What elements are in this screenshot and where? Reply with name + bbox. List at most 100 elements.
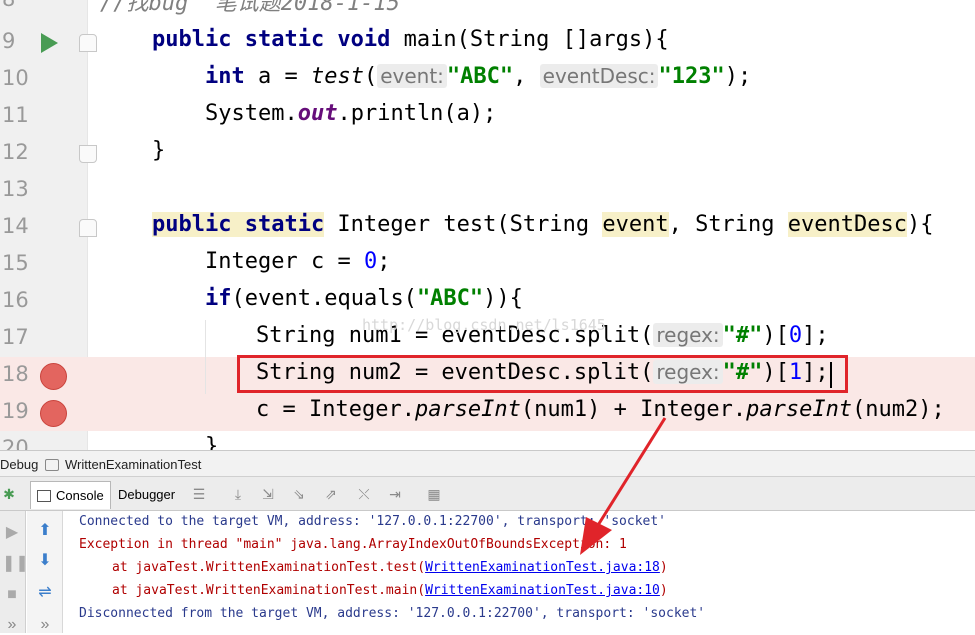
code-fragment: Integer c = (205, 249, 364, 274)
debug-title: Debug (0, 457, 39, 472)
console-line: Connected to the target VM, address: '12… (79, 514, 666, 529)
step-over-icon[interactable]: ⤓ (229, 485, 247, 503)
text-caret (830, 362, 832, 388)
method-call: parseInt (414, 397, 521, 422)
line-number: 17 (2, 325, 29, 349)
tab-debugger[interactable]: Debugger (112, 481, 181, 509)
console-icon (37, 490, 51, 502)
debug-toolwindow-header[interactable]: Debug WrittenExaminationTest (0, 450, 975, 477)
debug-side-toolbar: ▶ ❚❚ ■ » (0, 511, 29, 635)
code-line-11[interactable]: 11 System.out.println(a); (0, 98, 975, 135)
more-icon[interactable]: » (35, 615, 55, 635)
resume-icon[interactable]: ▶ (2, 523, 22, 543)
code-fragment: ){ (907, 212, 934, 237)
down-arrow-icon[interactable]: ⬇ (35, 551, 55, 571)
parameter-name: event (602, 212, 669, 237)
console-line-stacktrace: at javaTest.WrittenExaminationTest.main(… (112, 583, 668, 598)
stack-frame-end: ) (659, 560, 668, 575)
code-line-8[interactable]: 8 //找bug 笔试题2018-1-15 (0, 0, 975, 19)
code-line-12[interactable]: 12 } (0, 135, 975, 172)
code-fragment: System. (205, 101, 298, 126)
run-to-cursor-icon[interactable]: ⇥ (386, 485, 404, 503)
fold-icon[interactable] (79, 145, 97, 163)
show-execution-point-icon[interactable]: ☰ (190, 485, 208, 503)
code-text: public static Integer test(String event,… (152, 212, 934, 237)
more-icon[interactable]: » (2, 615, 22, 635)
code-editor[interactable]: 8 //找bug 笔试题2018-1-15 9 public static vo… (0, 0, 975, 450)
code-fragment: main(String []args){ (390, 27, 669, 52)
code-line-14[interactable]: 14 public static Integer test(String eve… (0, 209, 975, 246)
stop-icon[interactable]: ■ (2, 585, 22, 605)
config-icon (45, 459, 59, 471)
soft-wrap-icon[interactable]: ⇌ (35, 583, 55, 603)
line-number: 9 (2, 29, 16, 53)
number-literal: 0 (788, 323, 803, 348)
code-line-9[interactable]: 9 public static void main(String []args)… (0, 24, 975, 61)
code-text: Integer c = 0; (205, 249, 390, 274)
run-config-name[interactable]: WrittenExaminationTest (65, 457, 201, 472)
string-literal: "ABC" (446, 64, 514, 89)
tab-label: Debugger (118, 487, 176, 502)
step-out-icon[interactable]: ⇗ (322, 485, 340, 503)
code-line-15[interactable]: 15 Integer c = 0; (0, 246, 975, 283)
breakpoint-icon[interactable] (40, 400, 67, 427)
evaluate-icon[interactable]: ▦ (425, 485, 443, 503)
bug-icon[interactable]: ✱ (0, 485, 18, 503)
up-arrow-icon[interactable]: ⬆ (35, 521, 55, 541)
breakpoint-icon[interactable] (40, 363, 67, 390)
console-output[interactable]: Connected to the target VM, address: '12… (64, 511, 975, 633)
code-line-20[interactable]: 20 } (0, 431, 975, 450)
code-fragment: Integer test(String (324, 212, 603, 237)
source-link[interactable]: WrittenExaminationTest.java:10 (425, 583, 660, 598)
code-fragment: , (513, 64, 540, 89)
code-fragment: , String (668, 212, 788, 237)
code-fragment: ( (363, 64, 378, 89)
tab-label: Console (56, 488, 104, 503)
stack-frame: at javaTest.WrittenExaminationTest.main( (112, 583, 426, 598)
string-literal: "#" (722, 323, 763, 348)
keyword: int (205, 64, 245, 89)
parameter-hint: eventDesc: (539, 64, 659, 88)
stack-frame-end: ) (659, 583, 668, 598)
step-into-icon[interactable]: ⇲ (259, 485, 277, 503)
code-line-13[interactable]: 13 (0, 172, 975, 209)
source-link[interactable]: WrittenExaminationTest.java:18 (425, 560, 660, 575)
parameter-name: eventDesc (787, 212, 908, 237)
code-text: } (205, 434, 219, 450)
debug-tabbar: ✱ Console Debugger ☰ ⤓ ⇲ ⇘ ⇗ ⤬ ⇥ ▦ (0, 477, 975, 511)
annotation-highlight-box (237, 355, 848, 393)
code-text: System.out.println(a); (205, 101, 496, 126)
line-number: 15 (2, 251, 29, 275)
code-line-10[interactable]: 10 int a = test(event: "ABC", eventDesc: "… (0, 61, 975, 98)
line-number: 13 (2, 177, 29, 201)
code-text: if(event.equals("ABC")){ (205, 286, 523, 311)
tab-console[interactable]: Console (30, 481, 111, 509)
fold-icon[interactable] (79, 34, 97, 52)
fold-icon[interactable] (79, 219, 97, 237)
line-number: 8 (0, 0, 26, 11)
line-number: 10 (2, 66, 29, 90)
string-literal: "ABC" (416, 286, 484, 311)
drop-frame-icon[interactable]: ⤬ (355, 485, 373, 503)
indent-guide (205, 320, 206, 394)
code-line-19[interactable]: 19 c = Integer.parseInt(num1) + Integer.… (0, 394, 975, 431)
line-number: 11 (2, 103, 29, 127)
console-line-stacktrace: at javaTest.WrittenExaminationTest.test(… (112, 560, 668, 575)
code-text: c = Integer.parseInt(num1) + Integer.par… (256, 397, 945, 422)
number-literal: 0 (363, 249, 378, 274)
line-number: 14 (2, 214, 29, 238)
console-line: Disconnected from the target VM, address… (79, 606, 706, 621)
keyword: public static void (152, 27, 391, 52)
code-line-16[interactable]: 16 if(event.equals("ABC")){ (0, 283, 975, 320)
pause-icon[interactable]: ❚❚ (2, 554, 29, 574)
code-fragment: ]; (802, 323, 829, 348)
code-fragment: .println(a); (337, 101, 497, 126)
force-step-into-icon[interactable]: ⇘ (290, 485, 308, 503)
method-call: parseInt (746, 397, 853, 422)
code-fragment: )[ (762, 323, 789, 348)
line-number: 12 (2, 140, 29, 164)
code-fragment: ; (377, 249, 391, 274)
code-comment: //找bug 笔试题2018-1-15 (100, 0, 400, 16)
run-icon[interactable] (41, 33, 58, 53)
code-fragment: )){ (483, 286, 523, 311)
